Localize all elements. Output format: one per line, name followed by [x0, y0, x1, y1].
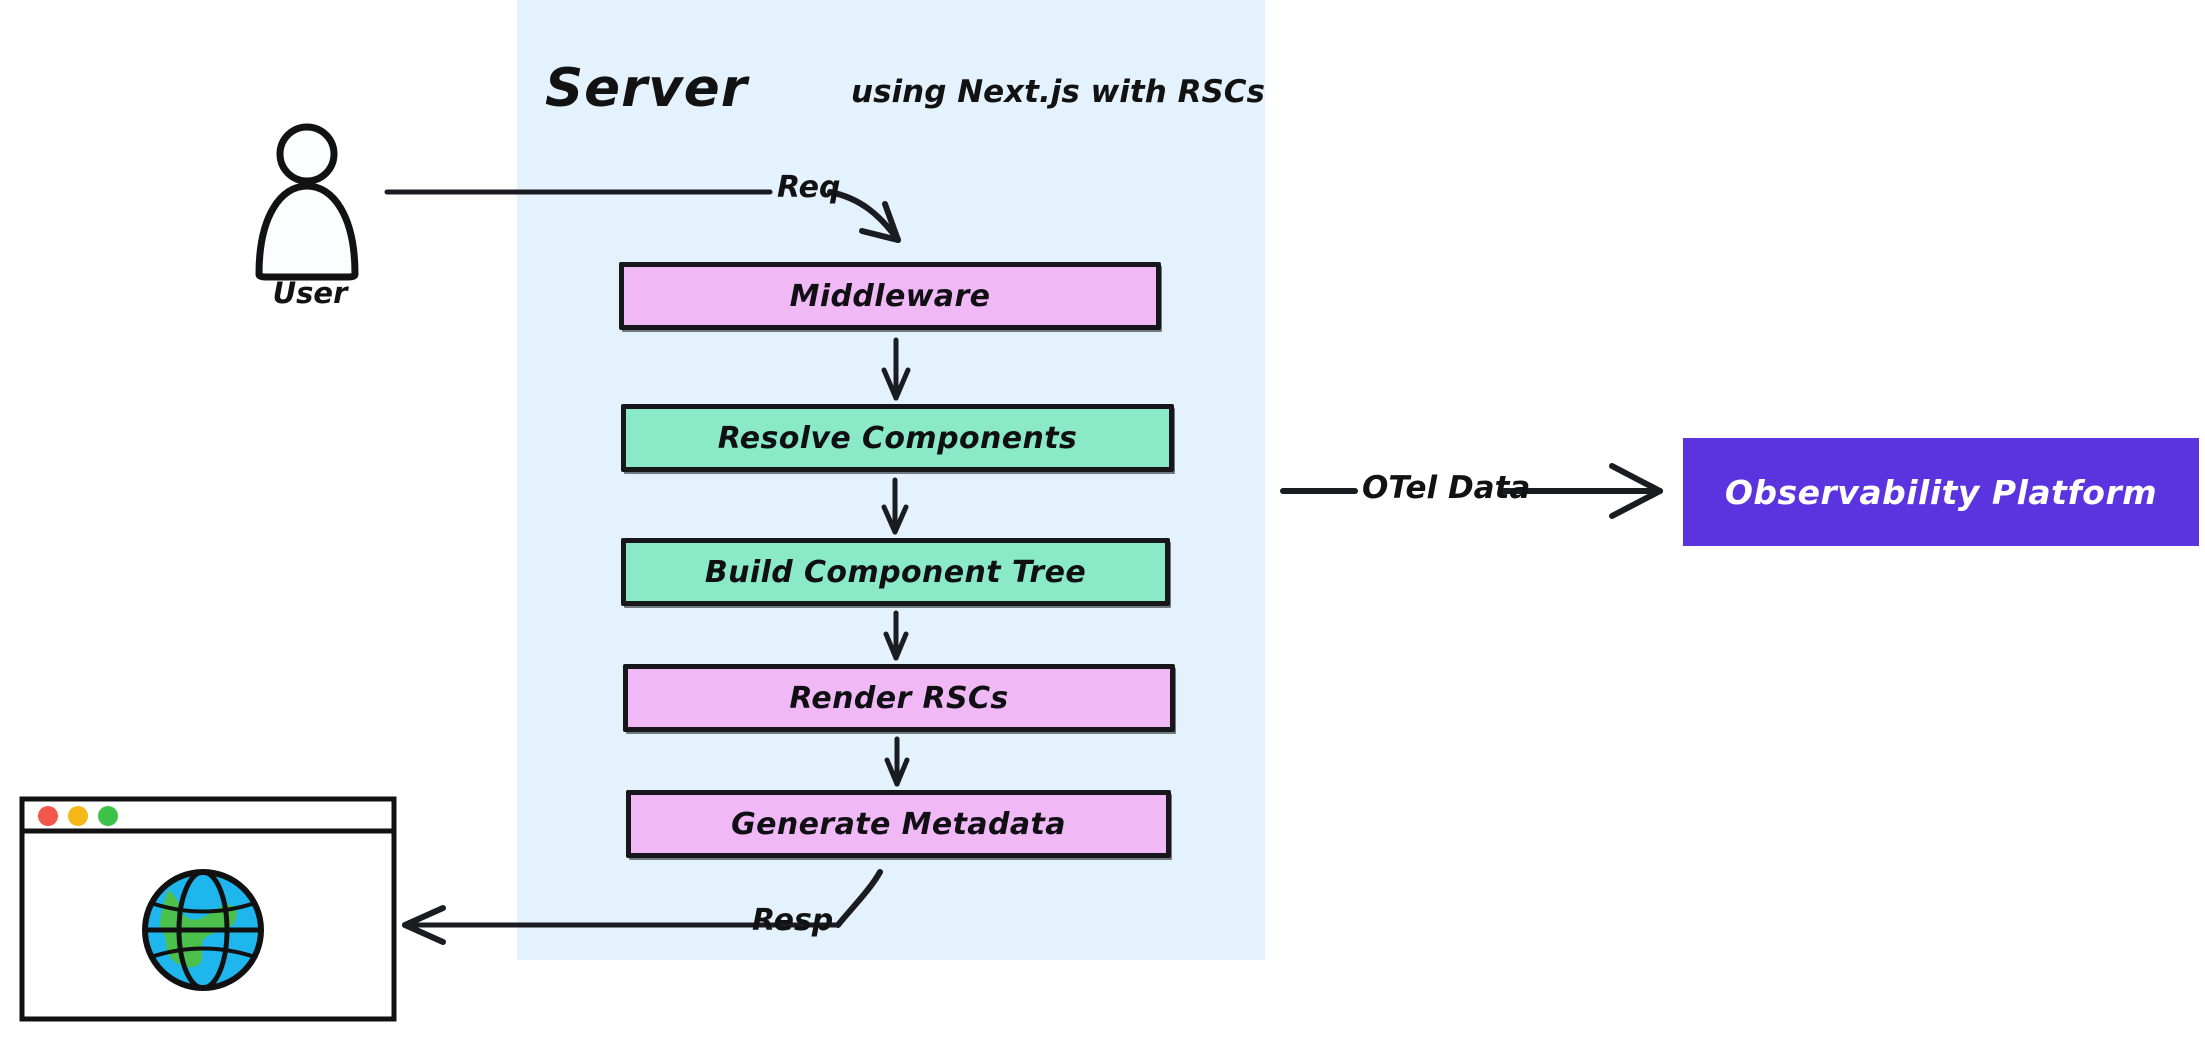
flow-step-label: Generate Metadata: [731, 806, 1066, 842]
flow-step-label: Resolve Components: [717, 420, 1078, 456]
flow-step-render-rscs[interactable]: Render RSCs: [623, 664, 1175, 732]
flow-step-build-component-tree[interactable]: Build Component Tree: [621, 538, 1170, 606]
user-actor[interactable]: [243, 122, 371, 282]
flow-step-label: Middleware: [789, 278, 991, 314]
globe-icon: [142, 869, 264, 991]
browser-close-dot-icon[interactable]: [38, 806, 58, 826]
flow-step-label: Build Component Tree: [704, 554, 1087, 590]
observability-platform-label: Observability Platform: [1724, 472, 2158, 512]
browser-actor[interactable]: [18, 795, 398, 1023]
edge-request-label: Req: [777, 170, 841, 205]
server-panel-subtitle: using Next.js with RSCs: [851, 74, 1265, 110]
observability-platform-node[interactable]: Observability Platform: [1683, 438, 2199, 546]
user-actor-label: User: [272, 276, 348, 310]
browser-maximize-dot-icon[interactable]: [98, 806, 118, 826]
browser-minimize-dot-icon[interactable]: [68, 806, 88, 826]
flow-step-middleware[interactable]: Middleware: [619, 262, 1161, 330]
flow-step-generate-metadata[interactable]: Generate Metadata: [626, 790, 1171, 858]
edge-otel-data-label: OTel Data: [1362, 470, 1531, 506]
diagram-canvas: Server using Next.js with RSCs User Midd…: [0, 0, 2205, 1039]
flow-step-label: Render RSCs: [789, 680, 1009, 716]
user-person-icon: [255, 123, 359, 281]
server-panel-title: Server: [545, 58, 748, 119]
flow-step-resolve-components[interactable]: Resolve Components: [621, 404, 1174, 472]
edge-response-label: Resp: [752, 903, 834, 938]
